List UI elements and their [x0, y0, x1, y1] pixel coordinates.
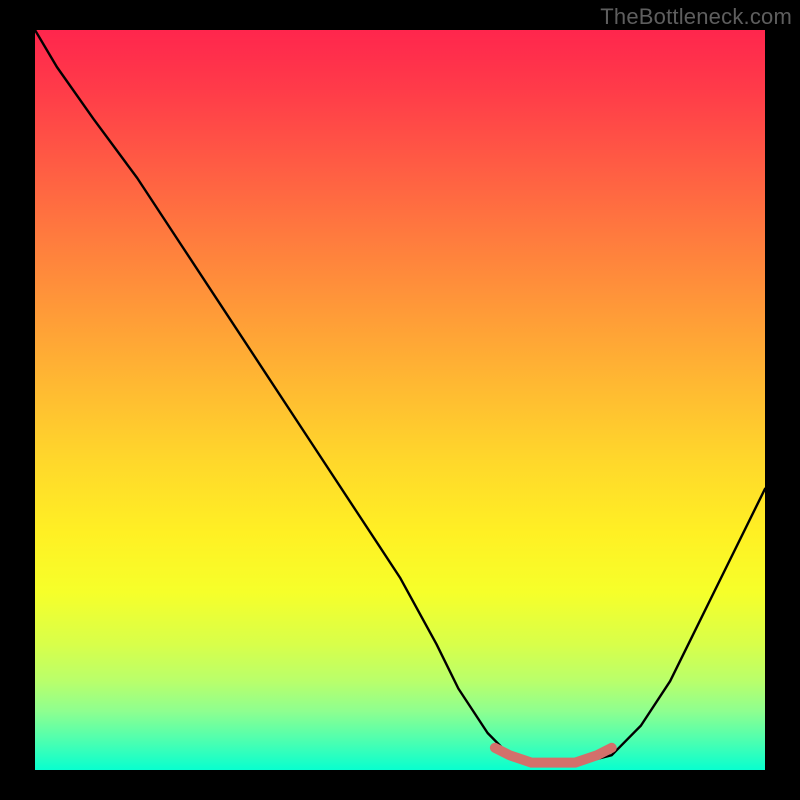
chart-frame: TheBottleneck.com: [0, 0, 800, 800]
curve-svg: [35, 30, 765, 770]
bottleneck-curve-path: [35, 30, 765, 763]
watermark-text: TheBottleneck.com: [600, 4, 792, 30]
plot-area: [35, 30, 765, 770]
sweet-spot-highlight-path: [495, 748, 612, 763]
